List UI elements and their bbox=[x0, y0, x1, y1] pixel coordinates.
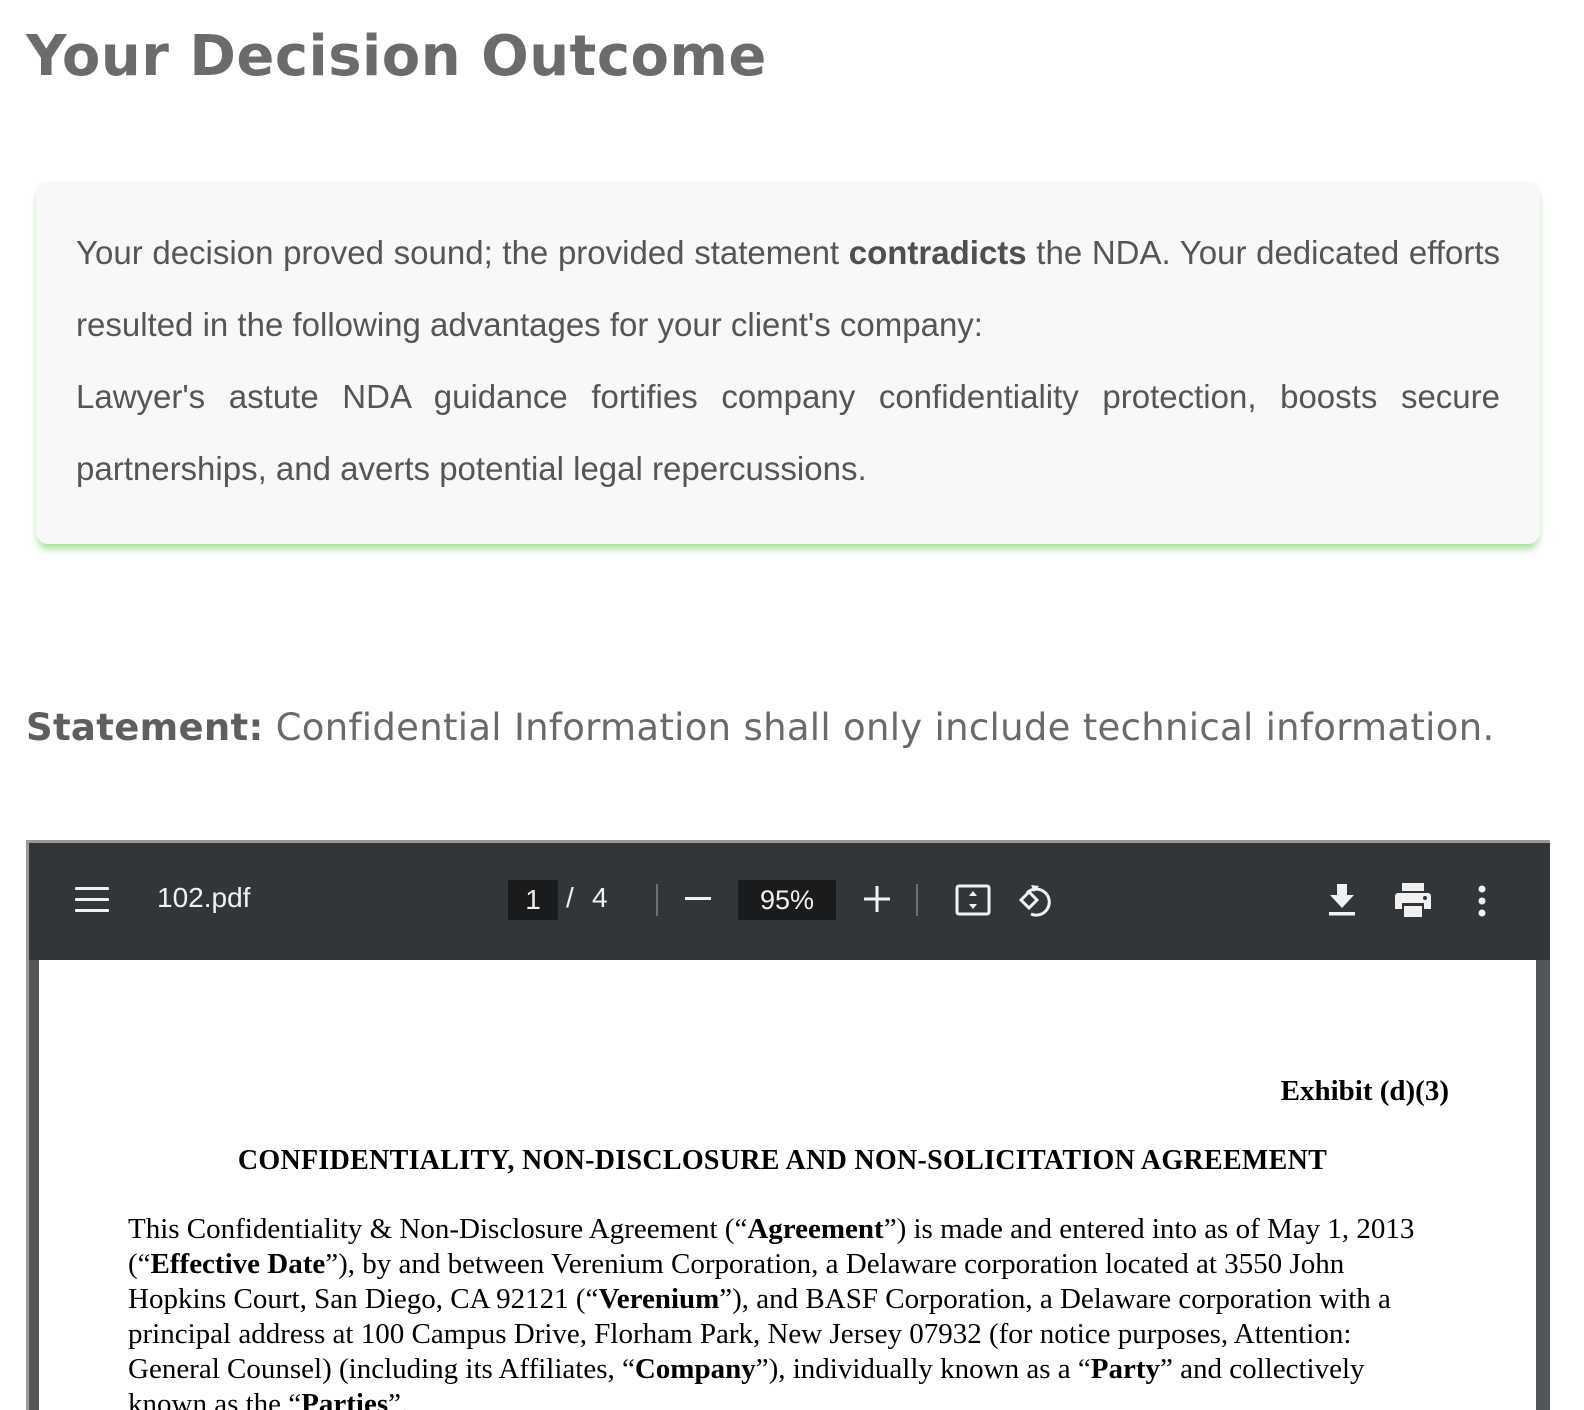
pdf-page: Exhibit (d)(3) CONFIDENTIALITY, NON-DISC… bbox=[39, 960, 1536, 1410]
defined-term: Verenium bbox=[598, 1283, 720, 1315]
page-title: Your Decision Outcome bbox=[26, 24, 767, 89]
document-title: CONFIDENTIALITY, NON-DISCLOSURE AND NON-… bbox=[237, 1145, 1328, 1176]
defined-term: Parties bbox=[301, 1388, 389, 1410]
statement: Statement: Confidential Information shal… bbox=[26, 706, 1495, 749]
pdf-filename: 102.pdf bbox=[157, 882, 251, 913]
zoom-in-icon[interactable] bbox=[863, 885, 891, 913]
document-body: This Confidentiality & Non-Disclosure Ag… bbox=[128, 1212, 1448, 1410]
more-icon[interactable] bbox=[1476, 884, 1488, 923]
outcome-benefits: Lawyer's astute NDA guidance fortifies c… bbox=[76, 378, 1500, 487]
toolbar-divider bbox=[916, 884, 918, 916]
statement-text: Confidential Information shall only incl… bbox=[263, 706, 1495, 749]
exhibit-label: Exhibit (d)(3) bbox=[1280, 1075, 1449, 1107]
statement-label: Statement: bbox=[26, 706, 264, 749]
pdf-toolbar: 102.pdf 1 / 4 95% bbox=[29, 843, 1550, 960]
download-icon[interactable] bbox=[1325, 881, 1359, 922]
outcome-paragraph: Your decision proved sound; the provided… bbox=[76, 217, 1500, 361]
body-text: This Confidentiality & Non-Disclosure Ag… bbox=[128, 1213, 748, 1245]
page-total: 4 bbox=[592, 882, 608, 913]
zoom-out-icon[interactable] bbox=[685, 897, 711, 900]
body-text: ”. bbox=[388, 1388, 409, 1410]
page-separator: / bbox=[566, 882, 574, 913]
outcome-verdict: contradicts bbox=[848, 234, 1027, 271]
defined-term: Effective Date bbox=[150, 1248, 326, 1280]
outcome-card: Your decision proved sound; the provided… bbox=[36, 182, 1540, 544]
zoom-level-input[interactable]: 95% bbox=[738, 880, 836, 920]
menu-icon[interactable] bbox=[75, 887, 109, 913]
toolbar-divider bbox=[656, 884, 658, 916]
defined-term: Company bbox=[634, 1353, 756, 1385]
pdf-viewer: 102.pdf 1 / 4 95% Exhibit (d)(3) CONFIDE… bbox=[26, 840, 1550, 1410]
defined-term: Agreement bbox=[747, 1213, 884, 1245]
print-icon[interactable] bbox=[1393, 881, 1433, 924]
fit-page-icon[interactable] bbox=[954, 881, 992, 924]
page-number-input[interactable]: 1 bbox=[508, 880, 558, 920]
defined-term: Party bbox=[1090, 1353, 1160, 1385]
body-text: ”), individually known as a “ bbox=[755, 1353, 1091, 1385]
outcome-text-start: Your decision proved sound; the provided… bbox=[76, 234, 849, 271]
rotate-icon[interactable] bbox=[1017, 881, 1055, 924]
